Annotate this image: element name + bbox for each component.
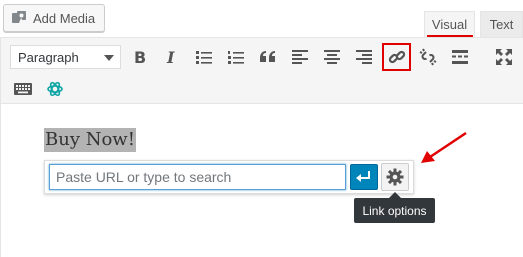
url-search-input[interactable] xyxy=(49,164,346,190)
read-more-icon xyxy=(452,50,468,64)
enter-arrow-icon xyxy=(356,171,370,182)
gear-icon xyxy=(386,168,404,186)
bold-button[interactable]: B xyxy=(126,44,152,70)
bullet-list-icon xyxy=(196,51,212,64)
add-media-button[interactable]: Add Media xyxy=(3,4,105,32)
add-media-label: Add Media xyxy=(33,10,96,26)
ai-assistant-icon xyxy=(47,81,63,97)
align-center-icon xyxy=(324,50,340,64)
insert-link-button[interactable] xyxy=(382,43,411,71)
link-options-button[interactable] xyxy=(381,163,409,191)
blockquote-icon xyxy=(260,51,275,62)
blockquote-button[interactable] xyxy=(255,44,281,70)
read-more-button[interactable] xyxy=(447,44,473,70)
tab-visual-label: Visual xyxy=(431,17,468,32)
unlink-button[interactable] xyxy=(415,44,441,70)
align-left-button[interactable] xyxy=(287,44,313,70)
numbered-list-button[interactable] xyxy=(223,44,249,70)
annotation-arrow-icon xyxy=(421,131,467,163)
selected-content-text[interactable]: Buy Now! xyxy=(44,128,136,152)
tab-text[interactable]: Text xyxy=(480,11,523,37)
apply-link-button[interactable] xyxy=(350,164,378,190)
tooltip-label: Link options xyxy=(362,203,427,218)
align-right-icon xyxy=(356,50,372,64)
align-center-button[interactable] xyxy=(319,44,345,70)
bold-icon: B xyxy=(134,49,146,65)
italic-icon: I xyxy=(166,49,175,65)
format-select-value: Paragraph xyxy=(18,49,79,65)
insert-link-icon xyxy=(388,50,405,64)
svg-text:I: I xyxy=(166,49,175,65)
italic-button[interactable]: I xyxy=(158,44,184,70)
numbered-list-icon xyxy=(228,51,244,64)
fullscreen-button[interactable] xyxy=(491,44,517,70)
format-select[interactable]: Paragraph xyxy=(10,45,121,69)
tab-text-label: Text xyxy=(489,17,514,32)
svg-text:B: B xyxy=(134,49,146,65)
align-right-button[interactable] xyxy=(351,44,377,70)
ai-assistant-button[interactable] xyxy=(42,76,68,102)
align-left-icon xyxy=(292,50,308,64)
bullet-list-button[interactable] xyxy=(191,44,217,70)
chevron-down-icon xyxy=(104,55,114,61)
media-icon xyxy=(12,11,26,23)
tab-visual[interactable]: Visual xyxy=(424,11,475,37)
link-options-tooltip: Link options xyxy=(354,198,435,223)
fullscreen-icon xyxy=(496,49,512,65)
toolbar-toggle-icon xyxy=(14,83,32,95)
unlink-icon xyxy=(419,48,437,66)
toolbar-toggle-button[interactable] xyxy=(10,76,36,102)
